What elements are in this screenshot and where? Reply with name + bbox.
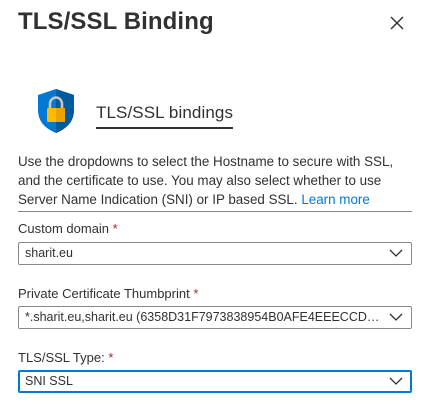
required-marker: * [112,221,118,236]
learn-more-link[interactable]: Learn more [301,192,369,207]
ssl-type-label-text: TLS/SSL Type: [18,350,105,365]
shield-lock-icon [38,89,74,133]
thumbprint-label: Private Certificate Thumbprint * [18,286,198,301]
chevron-down-icon [389,377,403,385]
thumbprint-value: *.sharit.eu,sharit.eu (6358D31F797383895… [25,310,381,324]
section-title: TLS/SSL bindings [96,103,234,129]
ssl-type-dropdown[interactable]: SNI SSL [18,370,412,393]
close-button[interactable] [386,12,408,34]
thumbprint-label-text: Private Certificate Thumbprint [18,286,190,301]
thumbprint-dropdown[interactable]: *.sharit.eu,sharit.eu (6358D31F797383895… [18,306,412,329]
required-marker: * [108,350,114,365]
custom-domain-value: sharit.eu [25,246,73,260]
ssl-type-label: TLS/SSL Type: * [18,350,113,365]
chevron-down-icon [389,313,403,321]
ssl-type-value: SNI SSL [25,374,73,388]
panel-title: TLS/SSL Binding [18,8,214,35]
custom-domain-dropdown[interactable]: sharit.eu [18,242,412,265]
chevron-down-icon [389,249,403,257]
required-marker: * [193,286,199,301]
divider [18,211,412,212]
tls-ssl-binding-panel: TLS/SSL Binding TLS/SSL bindings Use the… [0,0,429,410]
custom-domain-label-text: Custom domain [18,221,110,236]
close-icon [390,16,404,30]
section-description: Use the dropdowns to select the Hostname… [18,152,410,209]
custom-domain-label: Custom domain * [18,221,118,236]
